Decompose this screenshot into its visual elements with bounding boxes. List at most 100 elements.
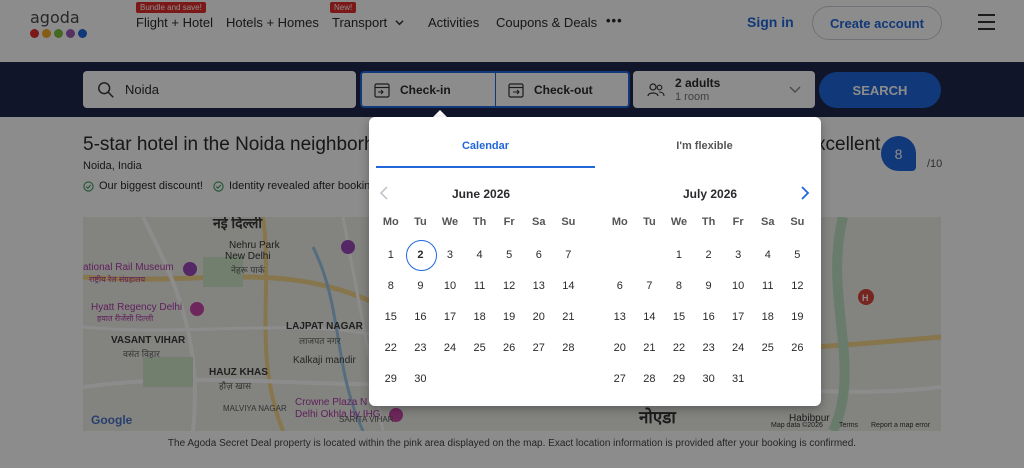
calendar-day[interactable]: 17 (723, 302, 753, 333)
search-button[interactable]: SEARCH (819, 72, 941, 108)
calendar-day[interactable]: 24 (723, 333, 753, 364)
date-picker-popup: Calendar I'm flexible June 2026 July 202… (369, 117, 821, 406)
calendar-day[interactable]: 4 (753, 240, 783, 271)
calendar-day[interactable]: 23 (694, 333, 724, 364)
map-poi-label: Hyatt Regency Delhi (91, 302, 183, 313)
calendar-day[interactable]: 3 (435, 240, 465, 271)
calendar-day[interactable]: 11 (465, 271, 495, 302)
calendar-day[interactable]: 28 (554, 333, 584, 364)
calendar-day[interactable]: 25 (753, 333, 783, 364)
create-account-button[interactable]: Create account (812, 6, 942, 40)
tab-calendar[interactable]: Calendar (376, 140, 595, 168)
nav-flight-hotel[interactable]: Flight + Hotel (136, 15, 213, 30)
calendar-day[interactable]: 1 (664, 240, 694, 271)
calendar-day[interactable]: 23 (406, 333, 436, 364)
calendar-day[interactable]: 13 (605, 302, 635, 333)
map-label: नोएडा (639, 408, 676, 427)
calendar-day[interactable]: 22 (664, 333, 694, 364)
dates-field[interactable]: Check-in Check-out (360, 71, 630, 108)
calendar-day[interactable]: 4 (465, 240, 495, 271)
calendar-day[interactable]: 6 (524, 240, 554, 271)
calendar-day[interactable]: 22 (376, 333, 406, 364)
calendar-day[interactable]: 20 (524, 302, 554, 333)
map-report-link[interactable]: Report a map error (871, 422, 930, 429)
logo-dot (42, 29, 51, 38)
rating-word: xcellent (816, 134, 881, 155)
map-terms-link[interactable]: Terms (839, 422, 858, 429)
calendar-day[interactable]: 28 (635, 364, 665, 395)
calendar-day[interactable]: 11 (753, 271, 783, 302)
calendar-day[interactable]: 1 (376, 240, 406, 271)
calendar-day[interactable]: 27 (605, 364, 635, 395)
more-menu-icon[interactable]: ••• (606, 13, 623, 28)
nav-coupons-deals[interactable]: Coupons & Deals (496, 15, 597, 30)
nav-hotels-homes[interactable]: Hotels + Homes (226, 15, 319, 30)
sign-in-link[interactable]: Sign in (747, 14, 794, 30)
calendar-day[interactable]: 14 (554, 271, 584, 302)
destination-value: Noida (125, 82, 159, 97)
prev-month-icon[interactable] (378, 185, 390, 201)
calendar-day[interactable]: 19 (783, 302, 813, 333)
calendar-day[interactable]: 13 (524, 271, 554, 302)
guests-rooms: 1 room (675, 90, 710, 103)
calendar-day[interactable]: 16 (406, 302, 436, 333)
calendar-day[interactable]: 17 (435, 302, 465, 333)
nav-transport[interactable]: Transport (332, 15, 404, 30)
map-poi-label: राष्ट्रीय रेल संग्रहालय (89, 275, 146, 284)
calendar-day[interactable]: 21 (554, 302, 584, 333)
calendar-day[interactable]: 29 (376, 364, 406, 395)
calendar-day[interactable]: 3 (723, 240, 753, 271)
calendar-day[interactable]: 5 (494, 240, 524, 271)
calendar-day[interactable]: 19 (494, 302, 524, 333)
calendar-day[interactable]: 8 (376, 271, 406, 302)
map-label: लाजपत नगर (299, 336, 341, 346)
weekday-label: Mo (382, 216, 399, 228)
calendar-day[interactable]: 6 (605, 271, 635, 302)
calendar-day[interactable]: 5 (783, 240, 813, 271)
calendar-day[interactable]: 25 (465, 333, 495, 364)
guests-selector[interactable]: 2 adults 1 room (633, 71, 815, 108)
check-out-field[interactable]: Check-out (495, 73, 628, 106)
calendar-day[interactable]: 12 (494, 271, 524, 302)
calendar-day[interactable]: 26 (783, 333, 813, 364)
calendar-day[interactable]: 31 (723, 364, 753, 395)
calendar-day[interactable]: 26 (494, 333, 524, 364)
calendar-day[interactable]: 24 (435, 333, 465, 364)
hamburger-menu-icon[interactable] (978, 14, 995, 35)
map-poi-label: ational Rail Museum (83, 262, 174, 273)
calendar-day[interactable]: 2 (694, 240, 724, 271)
calendar-day[interactable]: 16 (694, 302, 724, 333)
check-in-field[interactable]: Check-in (362, 73, 495, 106)
calendar-day[interactable]: 21 (635, 333, 665, 364)
calendar-day[interactable]: 29 (664, 364, 694, 395)
calendar-day[interactable]: 9 (694, 271, 724, 302)
calendar-day[interactable]: 2 (405, 240, 437, 271)
agoda-logo[interactable]: agoda (30, 8, 90, 42)
check-out-label: Check-out (534, 82, 593, 97)
calendar-day[interactable]: 27 (524, 333, 554, 364)
calendar-day[interactable]: 18 (465, 302, 495, 333)
calendar-day[interactable]: 7 (554, 240, 584, 271)
map-label: Kalkaji mandir (293, 355, 356, 366)
calendar-day[interactable]: 15 (376, 302, 406, 333)
weekday-label: Fr (503, 216, 515, 228)
next-month-icon[interactable] (799, 185, 811, 201)
nav-activities[interactable]: Activities (428, 15, 479, 30)
calendar-day[interactable]: 15 (664, 302, 694, 333)
calendar-day[interactable]: 30 (694, 364, 724, 395)
calendar-day[interactable]: 9 (406, 271, 436, 302)
calendar-day[interactable]: 14 (635, 302, 665, 333)
calendar-day[interactable]: 12 (783, 271, 813, 302)
score-max: /10 (927, 158, 943, 170)
calendar-day[interactable]: 18 (753, 302, 783, 333)
calendar-day[interactable]: 7 (635, 271, 665, 302)
destination-input[interactable]: Noida (83, 71, 356, 108)
calendar-day[interactable]: 20 (605, 333, 635, 364)
tab-flexible[interactable]: I'm flexible (595, 140, 814, 168)
calendar-day[interactable]: 8 (664, 271, 694, 302)
calendar-day[interactable]: 10 (435, 271, 465, 302)
calendar-day[interactable]: 30 (406, 364, 436, 395)
top-header: agoda Bundle and save! Flight + Hotel Ho… (0, 0, 1024, 62)
check-circle-icon (83, 180, 94, 192)
calendar-day[interactable]: 10 (723, 271, 753, 302)
